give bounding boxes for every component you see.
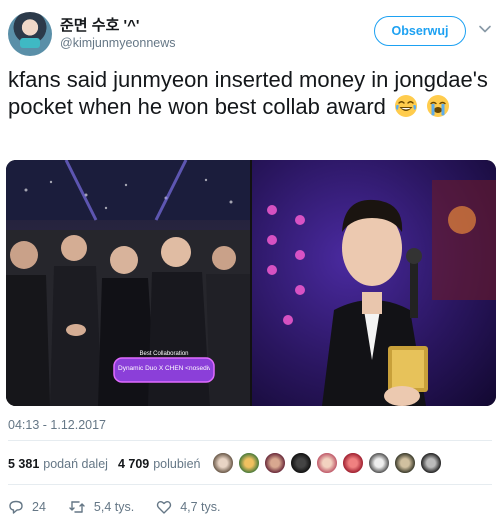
- tweet-header: 준면 수호 '^' @kimjunmyeonnews Obserwuj: [8, 8, 492, 60]
- user-handle[interactable]: @kimjunmyeonnews: [60, 36, 176, 50]
- tweet-stats: 5 381 podań dalej 4 709 polubień: [8, 452, 200, 476]
- retweet-button[interactable]: 5,4 tys.: [68, 499, 134, 515]
- liker-avatar[interactable]: [212, 452, 234, 474]
- liker-avatar[interactable]: [342, 452, 364, 474]
- display-name[interactable]: 준면 수호 '^': [60, 14, 139, 35]
- liker-avatar[interactable]: [420, 452, 442, 474]
- tweet-text: kfans said junmyeon inserted money in jo…: [8, 66, 492, 120]
- follow-button[interactable]: Obserwuj: [374, 16, 466, 46]
- likers-avatars: [212, 452, 446, 476]
- chevron-down-icon[interactable]: [478, 22, 492, 36]
- likes-label[interactable]: polubień: [153, 457, 200, 471]
- liker-avatar[interactable]: [290, 452, 312, 474]
- loudly-crying-face-icon: [427, 95, 450, 117]
- face-with-tears-of-joy-icon: [395, 95, 418, 117]
- media-photo-left[interactable]: Best Collaboration Dynamic Duo X CHEN <n…: [6, 160, 250, 406]
- retweets-label[interactable]: podań dalej: [43, 457, 108, 471]
- avatar[interactable]: [8, 12, 52, 56]
- liker-avatar[interactable]: [316, 452, 338, 474]
- liker-avatar[interactable]: [394, 452, 416, 474]
- award-overlay-title: Best Collaboration: [139, 351, 189, 357]
- divider: [8, 484, 492, 485]
- media-photo-right[interactable]: [252, 160, 496, 406]
- retweet-count: 5,4 tys.: [93, 500, 135, 514]
- like-button[interactable]: 4,7 tys.: [156, 499, 221, 515]
- divider: [8, 440, 492, 441]
- reply-button[interactable]: 24: [8, 499, 46, 515]
- retweet-icon: [69, 501, 85, 513]
- liker-avatar[interactable]: [368, 452, 390, 474]
- tweet-media[interactable]: Best Collaboration Dynamic Duo X CHEN <n…: [6, 160, 496, 406]
- award-overlay-text: Dynamic Duo X CHEN <nosedive>: [118, 365, 210, 372]
- retweets-count[interactable]: 5 381: [8, 457, 39, 471]
- reply-icon: [9, 500, 23, 514]
- heart-icon: [157, 501, 172, 514]
- tweet-timestamp[interactable]: 04:13 - 1.12.2017: [8, 418, 106, 432]
- liker-avatar[interactable]: [238, 452, 260, 474]
- like-count: 4,7 tys.: [180, 500, 221, 514]
- reply-count: 24: [32, 500, 46, 514]
- tweet-actions: 24 5,4 tys. 4,7 tys.: [8, 496, 243, 518]
- liker-avatar[interactable]: [264, 452, 286, 474]
- likes-count[interactable]: 4 709: [118, 457, 149, 471]
- stage-photo-illustration: [267, 180, 496, 406]
